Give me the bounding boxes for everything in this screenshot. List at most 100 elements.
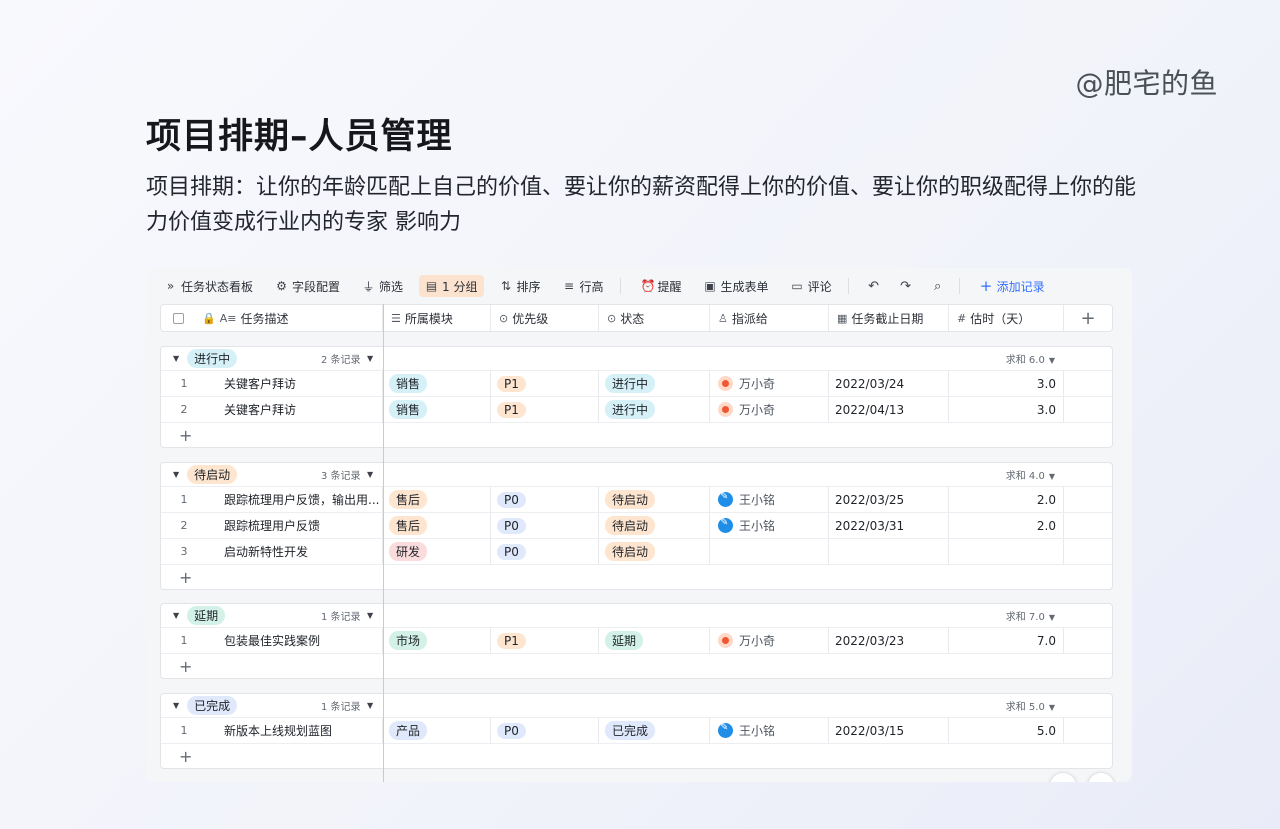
task-description[interactable]: 跟踪梳理用户反馈，输出用... [207,487,383,512]
assignee-cell[interactable]: 王小铭 [710,718,829,743]
group-header[interactable]: ▼ 延期 1 条记录 ▼ 求和 7.0 ▼ [161,604,1112,628]
module-cell[interactable]: 产品 [383,718,491,743]
task-description[interactable]: 包装最佳实践案例 [207,628,383,653]
estimate-cell[interactable]: 5.0 [949,718,1064,743]
table-row[interactable]: 3 启动新特性开发 研发 P0 待启动 [161,539,1112,565]
table-row[interactable]: 2 关键客户拜访 销售 P1 进行中 万小奇 2022/04/13 3.0 [161,397,1112,423]
priority-cell[interactable]: P1 [491,397,599,422]
undo-icon[interactable]: ↶ [863,275,885,297]
add-row-button[interactable]: + [161,565,1112,589]
due-date-cell[interactable]: 2022/03/25 [829,487,949,512]
assignee-cell[interactable]: 万小奇 [710,397,829,422]
header-status[interactable]: ⊙ 状态 [599,305,710,331]
collapse-caret-icon[interactable]: ▼ [173,354,179,363]
estimate-cell[interactable]: 2.0 [949,487,1064,512]
status-cell[interactable]: 待启动 [599,513,710,538]
due-date-cell[interactable]: 2022/03/31 [829,513,949,538]
table-row[interactable]: 1 跟踪梳理用户反馈，输出用... 售后 P0 待启动 王小铭 2022/03/252.0 [161,487,1112,513]
table-row[interactable]: 1 新版本上线规划蓝图产品 P0 已完成 王小铭 2022/03/155.0 [161,718,1112,744]
group-sum[interactable]: 求和 5.0 ▼ [1006,698,1055,713]
priority-cell[interactable]: P0 [491,487,599,512]
task-description[interactable]: 跟踪梳理用户反馈 [207,513,383,538]
group-button[interactable]: ▤ 1 分组 [419,275,484,297]
add-column-button[interactable]: + [1064,305,1112,331]
priority-cell[interactable]: P0 [491,718,599,743]
redo-icon[interactable]: ↷ [895,275,917,297]
task-description[interactable]: 关键客户拜访 [207,397,383,422]
search-icon[interactable]: ⌕ [927,275,949,297]
filter-button[interactable]: ⏚ 筛选 [356,275,409,297]
estimate-cell[interactable]: 3.0 [949,371,1064,396]
header-due[interactable]: ▦ 任务截止日期 [829,305,949,331]
assignee-cell[interactable]: 万小奇 [710,628,829,653]
group-sum[interactable]: 求和 7.0 ▼ [1006,608,1055,623]
group-menu-caret-icon[interactable]: ▼ [367,701,373,710]
select-all-checkbox[interactable] [173,312,184,324]
assignee-cell[interactable] [710,539,829,564]
status-cell[interactable]: 待启动 [599,487,710,512]
row-height-button[interactable]: ≡ 行高 [557,275,610,297]
assignee-cell[interactable]: 万小奇 [710,371,829,396]
priority-cell[interactable]: P1 [491,628,599,653]
task-description[interactable]: 新版本上线规划蓝图 [207,718,383,743]
add-row-button[interactable]: + [161,423,1112,447]
status-cell[interactable]: 延期 [599,628,710,653]
assignee-cell[interactable]: 王小铭 [710,513,829,538]
estimate-cell[interactable]: 7.0 [949,628,1064,653]
table-row[interactable]: 1 关键客户拜访 销售 P1 进行中 万小奇 2022/03/24 3.0 [161,371,1112,397]
form-button[interactable]: ▣ 生成表单 [698,275,775,297]
group-sum[interactable]: 求和 4.0 ▼ [1006,467,1055,482]
header-module[interactable]: ☰ 所属模块 [383,305,491,331]
priority-cell[interactable]: P0 [491,513,599,538]
estimate-cell[interactable]: 2.0 [949,513,1064,538]
due-date-cell[interactable] [829,539,949,564]
table-row[interactable]: 1 包装最佳实践案例 市场 P1 延期 万小奇 2022/03/23 7.0 [161,628,1112,654]
estimate-cell[interactable]: 3.0 [949,397,1064,422]
module-cell[interactable]: 售后 [383,513,491,538]
priority-cell[interactable]: P0 [491,539,599,564]
priority-cell[interactable]: P1 [491,371,599,396]
group-header[interactable]: ▼ 待启动 3 条记录 ▼ 求和 4.0 ▼ [161,463,1112,487]
module-cell[interactable]: 售后 [383,487,491,512]
group-menu-caret-icon[interactable]: ▼ [367,354,373,363]
group-sum[interactable]: 求和 6.0 ▼ [1006,351,1055,366]
comment-button[interactable]: ▭ 评论 [785,275,838,297]
view-switcher[interactable]: » 任务状态看板 [158,275,259,297]
field-config-button[interactable]: ⚙ 字段配置 [269,275,346,297]
module-cell[interactable]: 销售 [383,371,491,396]
group-header[interactable]: ▼ 已完成 1 条记录 ▼ 求和 5.0 ▼ [161,694,1112,718]
floating-action-button[interactable] [1049,772,1077,782]
module-cell[interactable]: 销售 [383,397,491,422]
due-date-cell[interactable]: 2022/03/24 [829,371,949,396]
task-description[interactable]: 关键客户拜访 [207,371,383,396]
header-assignee[interactable]: ♙ 指派给 [710,305,829,331]
module-cell[interactable]: 研发 [383,539,491,564]
due-date-cell[interactable]: 2022/04/13 [829,397,949,422]
status-cell[interactable]: 进行中 [599,397,710,422]
module-cell[interactable]: 市场 [383,628,491,653]
assignee-cell[interactable]: 王小铭 [710,487,829,512]
header-priority[interactable]: ⊙ 优先级 [491,305,599,331]
header-desc[interactable]: 🔒 A≡ 任务描述 [161,305,383,331]
table-row[interactable]: 2 跟踪梳理用户反馈售后 P0 待启动 王小铭 2022/03/312.0 [161,513,1112,539]
collapse-caret-icon[interactable]: ▼ [173,611,179,620]
collapse-caret-icon[interactable]: ▼ [173,470,179,479]
remind-button[interactable]: ⏰ 提醒 [635,275,688,297]
due-date-cell[interactable]: 2022/03/15 [829,718,949,743]
sort-button[interactable]: ⇅ 排序 [494,275,547,297]
group-menu-caret-icon[interactable]: ▼ [367,611,373,620]
status-cell[interactable]: 进行中 [599,371,710,396]
add-record-button[interactable]: + 添加记录 [974,275,1051,297]
estimate-cell[interactable] [949,539,1064,564]
task-description[interactable]: 启动新特性开发 [207,539,383,564]
group-header[interactable]: ▼ 进行中 2 条记录 ▼ 求和 6.0 ▼ [161,347,1112,371]
status-cell[interactable]: 已完成 [599,718,710,743]
group-menu-caret-icon[interactable]: ▼ [367,470,373,479]
help-button[interactable] [1087,772,1115,782]
collapse-caret-icon[interactable]: ▼ [173,701,179,710]
add-row-button[interactable]: + [161,744,1112,768]
header-estimate[interactable]: # 估时（天） [949,305,1064,331]
status-cell[interactable]: 待启动 [599,539,710,564]
due-date-cell[interactable]: 2022/03/23 [829,628,949,653]
add-row-button[interactable]: + [161,654,1112,678]
